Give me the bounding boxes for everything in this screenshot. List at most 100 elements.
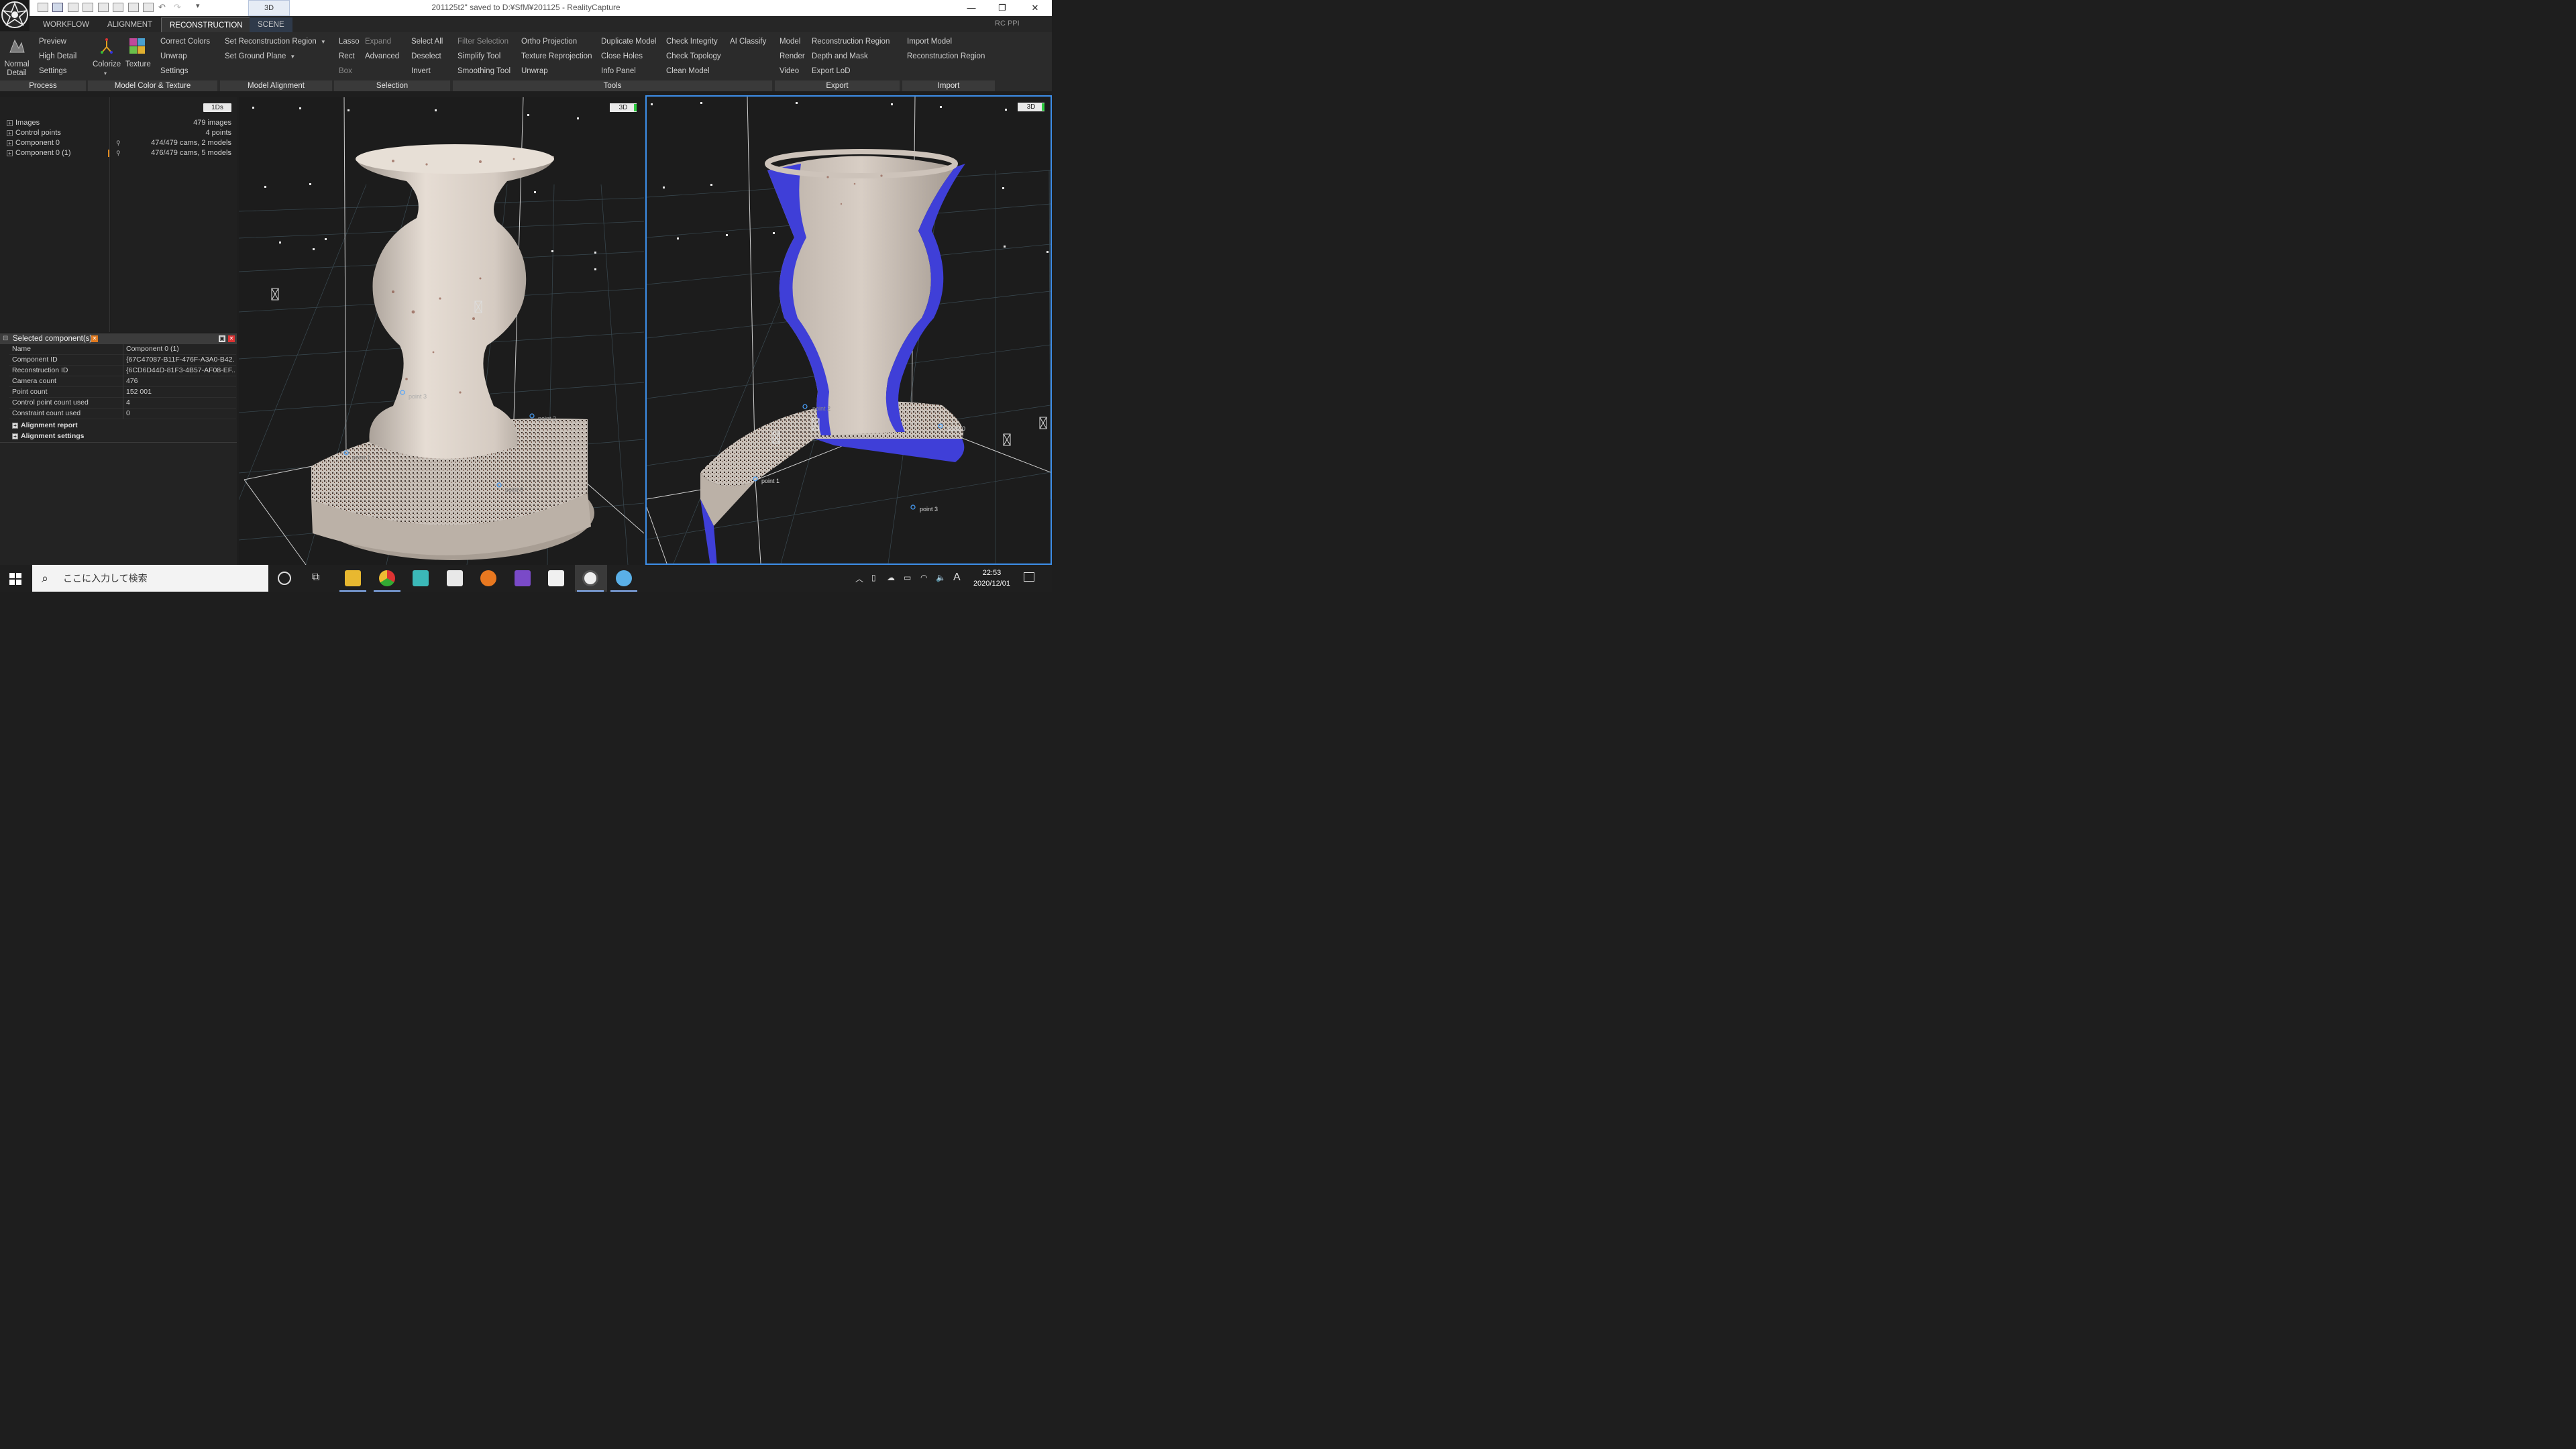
notification-icon[interactable]	[1024, 572, 1034, 582]
texture-reprojection-button[interactable]: Texture Reprojection	[521, 52, 592, 60]
clean-model-button[interactable]: Clean Model	[666, 67, 710, 75]
video-button[interactable]: Video	[780, 67, 799, 75]
taskbar-clock[interactable]: 22:53 2020/12/01	[973, 568, 1010, 589]
tree-item-component-0[interactable]: + Component 0	[7, 139, 60, 147]
taskbar-search-input[interactable]: ここに入力して検索	[32, 565, 268, 592]
import-model-button[interactable]: Import Model	[907, 38, 952, 46]
invert-button[interactable]: Invert	[411, 67, 431, 75]
expand-button[interactable]: Expand	[365, 38, 391, 46]
export-reconstruction-region-button[interactable]: Reconstruction Region	[812, 38, 890, 46]
normal-detail-button[interactable]: Normal Detail	[4, 60, 30, 78]
control-point-label[interactable]: point 0	[947, 425, 965, 432]
filter-selection-button[interactable]: Filter Selection	[458, 38, 508, 46]
control-point-label[interactable]: point 1	[352, 454, 370, 461]
visual-studio-icon[interactable]	[515, 570, 531, 586]
colorize-dropdown-icon[interactable]: ▾	[104, 70, 107, 76]
tree-item-images[interactable]: + Images	[7, 119, 40, 127]
ime-indicator[interactable]: A	[953, 572, 961, 584]
task-view-icon[interactable]: ⧉	[312, 572, 319, 584]
blender-icon[interactable]	[480, 570, 496, 586]
undock-icon[interactable]: ▣	[219, 335, 225, 342]
control-point-label[interactable]: point 3	[409, 393, 427, 400]
collapse-icon[interactable]: ⊟	[3, 333, 8, 344]
import-reconstruction-region-button[interactable]: Reconstruction Region	[907, 52, 985, 60]
correct-colors-button[interactable]: Correct Colors	[160, 38, 210, 46]
check-integrity-button[interactable]: Check Integrity	[666, 38, 718, 46]
texture-icon[interactable]	[129, 38, 146, 55]
chrome-icon[interactable]	[379, 570, 395, 586]
depth-and-mask-button[interactable]: Depth and Mask	[812, 52, 868, 60]
unity-icon[interactable]	[447, 570, 463, 586]
expand-icon[interactable]: +	[12, 433, 18, 439]
view-mode-badge[interactable]: 3D	[610, 103, 637, 112]
neural-network-console-icon[interactable]	[548, 570, 564, 586]
close-button[interactable]: ✕	[1020, 1, 1051, 15]
tree-item-component-0-1[interactable]: + Component 0 (1)	[7, 149, 71, 157]
tab-scene[interactable]: SCENE	[250, 17, 292, 32]
texture-settings-button[interactable]: Settings	[160, 67, 189, 75]
tab-reconstruction[interactable]: RECONSTRUCTION	[161, 17, 252, 32]
tree-view-badge[interactable]: 1Ds	[203, 103, 231, 112]
set-reconstruction-region-button[interactable]: Set Reconstruction Region ▼	[225, 38, 326, 46]
info-panel-button[interactable]: Info Panel	[601, 67, 636, 75]
viewport-left[interactable]: point 3 point 2 point 1 point 0 3D	[239, 97, 644, 565]
expand-icon[interactable]: +	[7, 150, 13, 156]
rc-ppi-label[interactable]: RC PPI	[995, 19, 1020, 28]
ai-classify-button[interactable]: AI Classify	[730, 38, 766, 46]
onedrive-icon[interactable]: ☁	[887, 573, 895, 582]
battery-icon[interactable]: ▭	[904, 573, 911, 582]
prop-name-value[interactable]: Component 0 (1)	[126, 344, 235, 354]
colorize-icon[interactable]	[98, 38, 115, 55]
close-panel-icon[interactable]: ✕	[228, 335, 235, 342]
close-holes-button[interactable]: Close Holes	[601, 52, 643, 60]
box-button[interactable]: Box	[339, 67, 352, 75]
tray-expand-icon[interactable]: ︿	[855, 573, 863, 584]
advanced-button[interactable]: Advanced	[365, 52, 399, 60]
ortho-projection-button[interactable]: Ortho Projection	[521, 38, 577, 46]
miku-icon[interactable]	[413, 570, 429, 586]
select-all-button[interactable]: Select All	[411, 38, 443, 46]
export-lod-button[interactable]: Export LoD	[812, 67, 851, 75]
viewport-right[interactable]: point 2 point 0 point 1 point 3 3D	[645, 95, 1052, 565]
colorize-button[interactable]: Colorize	[93, 60, 121, 68]
rect-button[interactable]: Rect	[339, 52, 355, 60]
texture-button[interactable]: Texture	[125, 60, 151, 68]
lasso-button[interactable]: Lasso	[339, 38, 360, 46]
smoothing-tool-button[interactable]: Smoothing Tool	[458, 67, 511, 75]
tab-workflow[interactable]: WORKFLOW	[35, 17, 97, 32]
expand-icon[interactable]: +	[12, 422, 18, 429]
expand-icon[interactable]: +	[7, 140, 13, 146]
control-point-label[interactable]: point 2	[812, 405, 830, 412]
device-icon[interactable]: ▯	[871, 573, 876, 582]
check-topology-button[interactable]: Check Topology	[666, 52, 721, 60]
alignment-settings-section[interactable]: + Alignment settings	[12, 432, 85, 440]
realitycapture-icon[interactable]	[582, 570, 598, 586]
unwrap-button[interactable]: Unwrap	[160, 52, 187, 60]
render-button[interactable]: Render	[780, 52, 805, 60]
tree-item-control-points[interactable]: + Control points	[7, 129, 61, 137]
control-point-label[interactable]: point 1	[761, 478, 780, 484]
preview-button[interactable]: Preview	[39, 38, 66, 46]
expand-icon[interactable]: +	[7, 119, 13, 126]
control-point-label[interactable]: point 2	[538, 415, 556, 422]
normal-detail-icon[interactable]	[8, 38, 25, 55]
minimize-button[interactable]: —	[956, 1, 987, 15]
cortana-icon[interactable]	[278, 572, 291, 585]
view-mode-badge[interactable]: 3D	[1018, 103, 1044, 111]
tab-alignment[interactable]: ALIGNMENT	[99, 17, 160, 32]
file-explorer-icon[interactable]	[345, 570, 361, 586]
volume-icon[interactable]: 🔈	[936, 573, 946, 582]
expand-icon[interactable]: +	[7, 129, 13, 136]
realitycapture-logo[interactable]	[0, 0, 30, 31]
windows-start-icon[interactable]	[9, 573, 21, 588]
control-point-label[interactable]: point 0	[505, 486, 523, 493]
wifi-icon[interactable]: ◠	[920, 573, 927, 582]
pin-panel-icon[interactable]: ✕	[91, 335, 98, 342]
control-point-label[interactable]: point 3	[920, 506, 938, 513]
deselect-button[interactable]: Deselect	[411, 52, 441, 60]
alignment-report-section[interactable]: + Alignment report	[12, 421, 78, 429]
paint-icon[interactable]	[616, 570, 632, 586]
restore-button[interactable]: ❐	[987, 1, 1018, 15]
set-ground-plane-button[interactable]: Set Ground Plane ▼	[225, 52, 295, 60]
simplify-tool-button[interactable]: Simplify Tool	[458, 52, 500, 60]
